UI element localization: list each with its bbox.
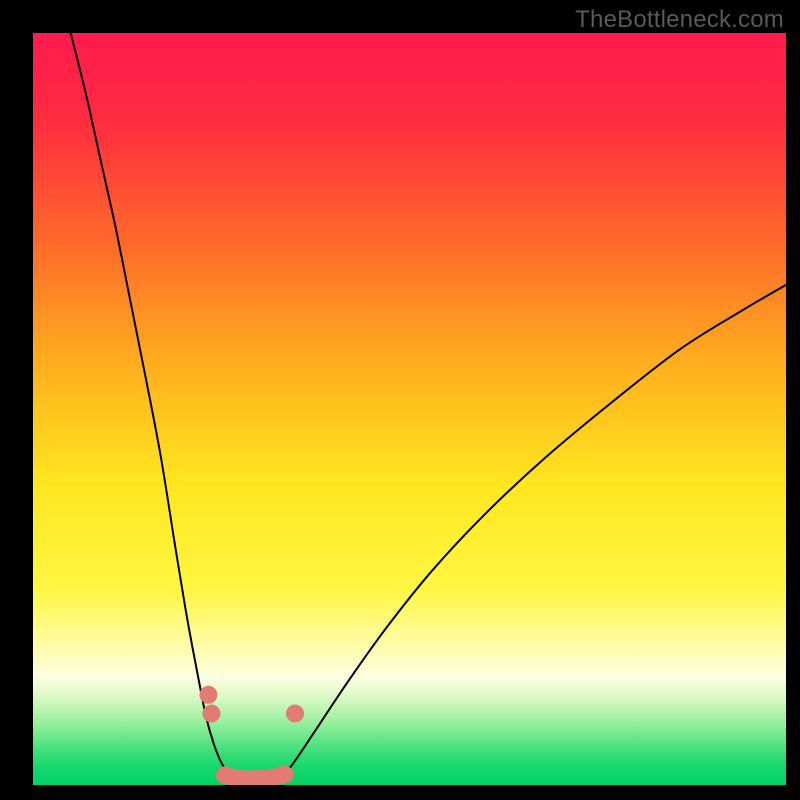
chart-plot-area — [33, 33, 786, 785]
series-left-curve — [71, 33, 237, 779]
chart-curves — [33, 33, 786, 785]
marker-markers-0 — [199, 686, 217, 704]
marker-markers-7 — [286, 705, 304, 723]
series-valley-band — [225, 774, 285, 779]
marker-markers-1 — [202, 705, 220, 723]
series-right-curve — [281, 285, 786, 779]
watermark-text: TheBottleneck.com — [575, 6, 784, 34]
chart-frame: TheBottleneck.com — [0, 0, 800, 800]
